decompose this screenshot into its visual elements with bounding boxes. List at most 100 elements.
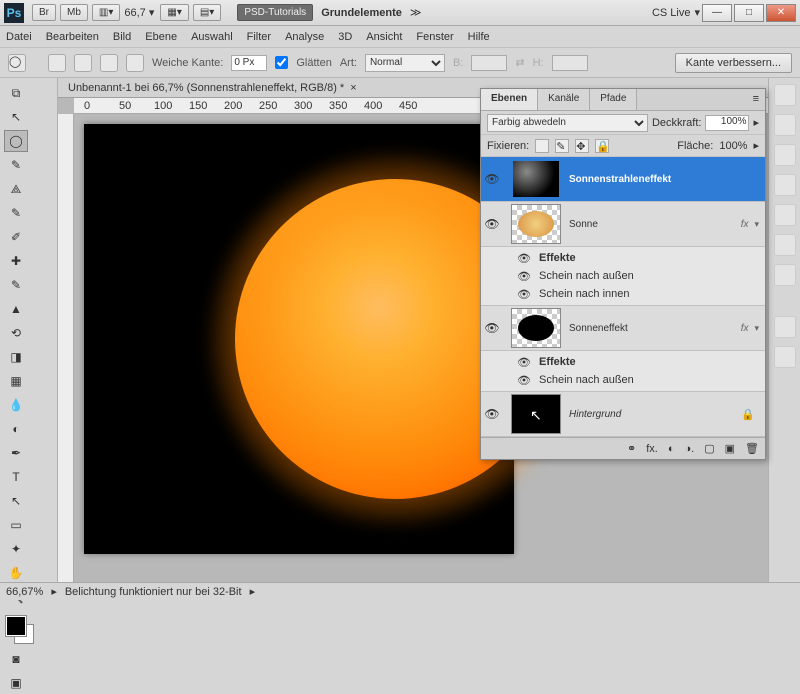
lock-pixels-icon[interactable]: ✎ [555,139,569,153]
dock-swatch-icon[interactable] [774,114,796,136]
lock-transparent-icon[interactable] [535,139,549,153]
layer-thumb[interactable]: ↖ [511,394,561,434]
style-select[interactable]: Normal [365,54,445,72]
breadcrumb-more-icon[interactable]: ≫ [410,6,422,19]
menu-bild[interactable]: Bild [113,31,131,43]
tool-brush[interactable]: ✎ [4,274,28,296]
refine-edge-button[interactable]: Kante verbessern... [675,53,792,73]
menu-hilfe[interactable]: Hilfe [468,31,490,43]
zoom-display[interactable]: 66,7 [124,7,145,19]
tool-type[interactable]: T [4,466,28,488]
close-button[interactable]: ✕ [766,4,796,22]
menu-fenster[interactable]: Fenster [416,31,453,43]
menu-analyse[interactable]: Analyse [285,31,324,43]
visibility-icon[interactable]: 👁 [515,288,533,301]
layer-name[interactable]: Sonnenstrahleneffekt [569,174,765,185]
tool-pen[interactable]: ✒ [4,442,28,464]
tool-arrow[interactable]: ↖ [4,106,28,128]
lock-all-icon[interactable]: 🔒 [595,139,609,153]
tool-eraser[interactable]: ◨ [4,346,28,368]
tool-marquee[interactable]: ◯ [4,130,28,152]
menu-3d[interactable]: 3D [338,31,352,43]
group-icon[interactable]: ▢ [704,442,714,455]
selection-sub-icon[interactable] [100,54,118,72]
layer-row[interactable]: 👁 Sonnenstrahleneffekt [481,157,765,202]
link-layers-icon[interactable]: ⚭ [627,442,636,455]
view-extras-button[interactable]: ▦▾ [160,4,188,21]
minimize-button[interactable]: — [702,4,732,22]
selection-intersect-icon[interactable] [126,54,144,72]
dock-layers-icon[interactable] [774,204,796,226]
dock-adjust-icon[interactable] [774,144,796,166]
layer-name[interactable]: Sonne [569,219,741,230]
selection-new-icon[interactable] [48,54,66,72]
collapse-icon[interactable]: ▾ [754,219,759,230]
cslive-button[interactable]: CS Live [652,7,691,19]
menu-auswahl[interactable]: Auswahl [191,31,233,43]
mask-icon[interactable]: ◐ [668,443,675,455]
layer-row[interactable]: 👁 ↖ Hintergrund 🔒 [481,392,765,437]
tool-history[interactable]: ⟲ [4,322,28,344]
quickmask-button[interactable]: ◙ [4,648,28,670]
tool-crop[interactable]: ⟁ [4,178,28,200]
lock-position-icon[interactable]: ✥ [575,139,589,153]
effect-item[interactable]: Schein nach außen [539,270,634,282]
fx-badge[interactable]: fx [741,219,749,230]
menu-ansicht[interactable]: Ansicht [366,31,402,43]
layer-name[interactable]: Sonneneffekt [569,323,741,334]
dock-color-icon[interactable] [774,84,796,106]
layer-row[interactable]: 👁 Sonneneffekt fx▾ [481,306,765,351]
tool-slice[interactable]: ✎ [4,202,28,224]
maximize-button[interactable]: □ [734,4,764,22]
layer-row[interactable]: 👁 Sonne fx ▾ [481,202,765,247]
visibility-icon[interactable]: 👁 [481,217,503,231]
tab-kanaele[interactable]: Kanäle [538,89,590,110]
visibility-icon[interactable]: 👁 [481,407,503,421]
canvas[interactable] [84,124,514,554]
feather-input[interactable] [231,55,267,71]
opacity-input[interactable]: 100% [705,115,749,131]
bridge-button[interactable]: Br [32,4,56,21]
tab-ebenen[interactable]: Ebenen [481,89,538,110]
menu-datei[interactable]: Datei [6,31,32,43]
visibility-icon[interactable]: 👁 [515,270,533,283]
layer-thumb[interactable] [511,159,561,199]
antialias-checkbox[interactable] [275,56,288,69]
tool-shape[interactable]: ▭ [4,514,28,536]
menu-bearbeiten[interactable]: Bearbeiten [46,31,99,43]
panel-menu-icon[interactable]: ≡ [747,89,765,110]
screenmode-button2[interactable]: ▣ [4,672,28,694]
tool-3d[interactable]: ✦ [4,538,28,560]
effect-item[interactable]: Schein nach innen [539,288,630,300]
blend-mode-select[interactable]: Farbig abwedeln [487,114,648,132]
dock-channels-icon[interactable] [774,234,796,256]
menu-ebene[interactable]: Ebene [145,31,177,43]
color-swatches[interactable] [6,616,36,646]
fx-menu-icon[interactable]: fx. [646,443,658,455]
arrange-button[interactable]: ▤▾ [193,4,221,21]
tool-eyedrop[interactable]: ✐ [4,226,28,248]
layer-thumb[interactable] [511,204,561,244]
dock-paths-icon[interactable] [774,264,796,286]
minibridge-button[interactable]: Mb [60,4,88,21]
layer-name[interactable]: Hintergrund [569,409,741,420]
tool-gradient[interactable]: ▦ [4,370,28,392]
screenmode-button[interactable]: ▥▾ [92,4,120,21]
tool-lasso[interactable]: ✎ [4,154,28,176]
tool-move[interactable]: ⧉ [4,82,28,104]
breadcrumb-psd[interactable]: PSD-Tutorials [237,4,313,21]
tool-path[interactable]: ↖ [4,490,28,512]
effect-item[interactable]: Schein nach außen [539,374,634,386]
tool-heal[interactable]: ✚ [4,250,28,272]
tool-preset-icon[interactable]: ◯ [8,54,26,72]
adjustment-icon[interactable]: ◑. [685,443,695,455]
zoom-status[interactable]: 66,67% [6,586,43,598]
layer-thumb[interactable] [511,308,561,348]
delete-layer-icon[interactable]: 🗑 [745,442,759,455]
new-layer-icon[interactable]: ▣ [725,442,735,455]
menu-filter[interactable]: Filter [247,31,271,43]
fill-input[interactable]: 100% [719,140,747,152]
dock-mask-icon[interactable] [774,174,796,196]
collapse-icon[interactable]: ▾ [754,323,759,334]
visibility-icon[interactable]: 👁 [515,252,533,265]
